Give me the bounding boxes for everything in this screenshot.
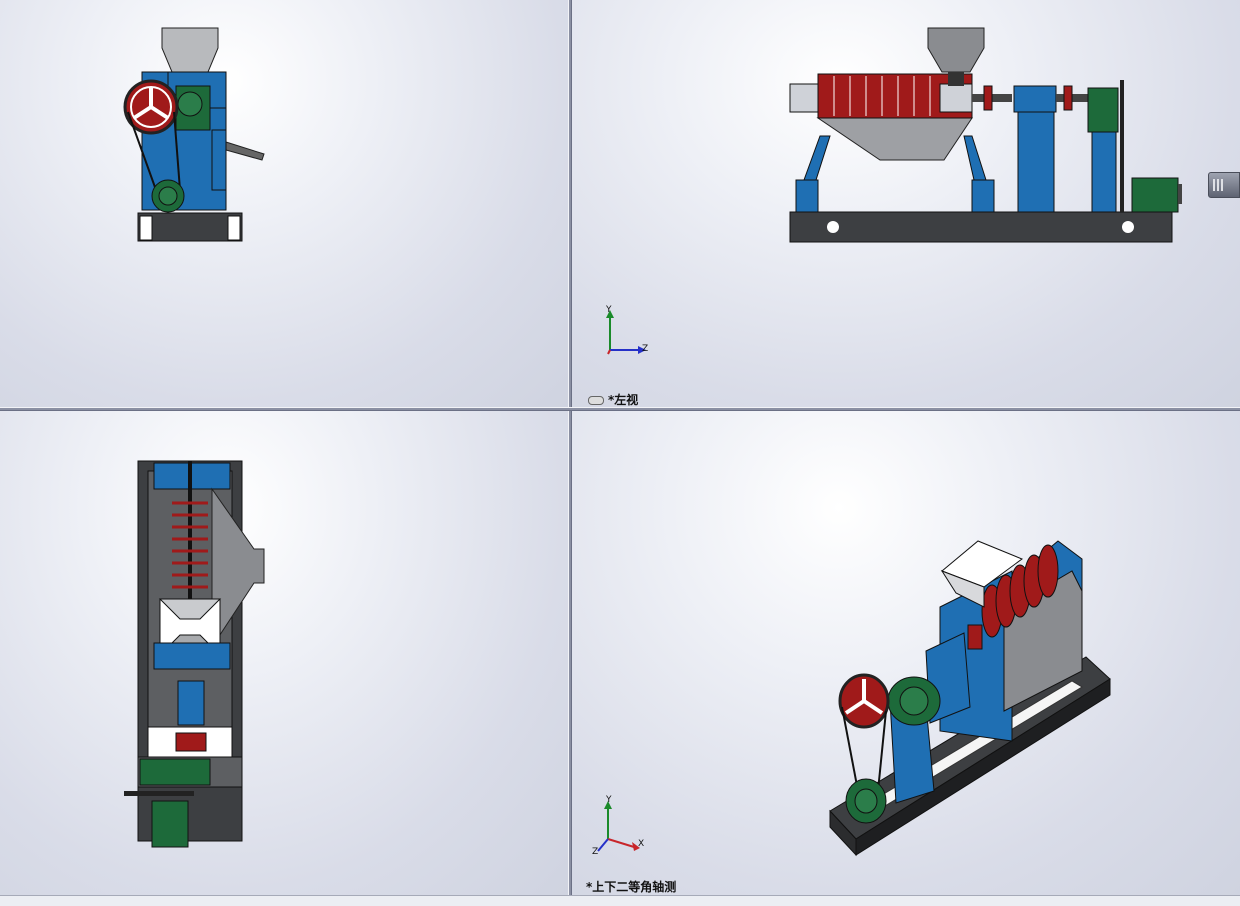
grip-icon [1213,179,1223,191]
iso-view-label: *上下二等角轴测 [586,880,677,894]
front-viewport[interactable] [0,0,568,407]
link-icon[interactable] [588,396,604,405]
triad-z-label: Z [592,847,599,857]
front-view-drawing [123,27,265,242]
top-view-drawing [124,460,265,848]
triad-y-label: Y [606,795,612,805]
viewport-splitter-horizontal[interactable] [0,407,1240,411]
triad-y-label: Y [606,305,612,315]
viewport-splitter-vertical[interactable] [568,0,572,895]
left-view-label-text: *左视 [608,393,639,407]
status-strip [0,895,1240,906]
heads-up-toolbar-handle[interactable] [1208,172,1240,198]
top-viewport[interactable] [0,411,568,895]
left-viewport[interactable]: Y Z *左视 [572,0,1240,407]
triad-x-label: X [638,839,645,849]
isometric-view-drawing [597,540,1111,857]
left-view-label: *左视 [588,391,638,407]
isometric-viewport[interactable]: Y X Z *上下二等角轴测 [572,411,1240,895]
triad-z-label: Z [642,344,649,354]
left-view-drawing [606,27,1182,355]
